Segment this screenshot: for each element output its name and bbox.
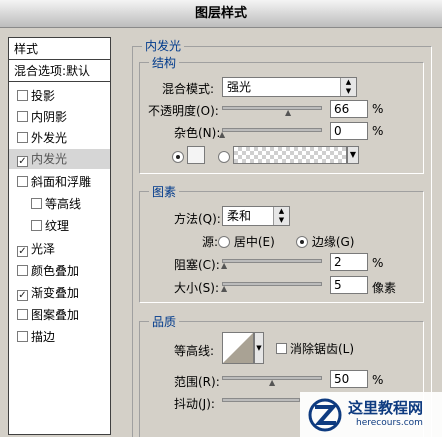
structure-title: 结构 bbox=[149, 54, 180, 71]
size-slider-thumb[interactable]: ▲ bbox=[221, 285, 228, 293]
size-input[interactable]: 5 bbox=[330, 276, 368, 294]
noise-slider-thumb[interactable]: ▲ bbox=[219, 131, 226, 139]
styles-list: 样式 混合选项:默认 投影 内阴影 外发光 ✓ 内发光 斜面和浮雕 等高线 纹理 … bbox=[8, 37, 111, 435]
checkbox[interactable] bbox=[31, 220, 42, 231]
dialog-title: 图层样式 bbox=[0, 0, 442, 28]
checkbox-checked[interactable]: ✓ bbox=[17, 156, 28, 167]
style-item-outer-glow[interactable]: 外发光 bbox=[9, 128, 110, 148]
blend-mode-label: 混合模式: bbox=[162, 82, 215, 96]
spinner-arrows-icon: ▲ ▼ bbox=[340, 78, 356, 96]
gradient-picker[interactable] bbox=[233, 146, 347, 164]
style-item-satin[interactable]: ✓ 光泽 bbox=[9, 239, 110, 259]
blend-options-item[interactable]: 混合选项:默认 bbox=[9, 60, 110, 82]
method-label: 方法(Q): bbox=[174, 212, 221, 226]
watermark: 这里教程网 herecours.com bbox=[300, 392, 442, 437]
checkbox[interactable] bbox=[17, 176, 28, 187]
source-label: 源: bbox=[202, 235, 219, 249]
size-label: 大小(S): bbox=[174, 281, 220, 295]
choke-unit: % bbox=[372, 256, 384, 270]
checkbox-checked[interactable]: ✓ bbox=[17, 290, 28, 301]
size-slider[interactable] bbox=[222, 282, 322, 286]
choke-slider-thumb[interactable]: ▲ bbox=[221, 262, 228, 270]
solid-color-radio[interactable] bbox=[172, 150, 184, 164]
styles-header[interactable]: 样式 bbox=[9, 38, 110, 60]
checkbox-checked[interactable]: ✓ bbox=[17, 246, 28, 257]
style-item-color-overlay[interactable]: 颜色叠加 bbox=[9, 261, 110, 281]
contour-preview[interactable] bbox=[222, 332, 254, 364]
style-item-inner-shadow[interactable]: 内阴影 bbox=[9, 107, 110, 127]
range-input[interactable]: 50 bbox=[330, 370, 368, 388]
source-center-radio[interactable]: 居中(E) bbox=[218, 233, 275, 250]
checkbox[interactable] bbox=[17, 265, 28, 276]
inner-glow-title: 内发光 bbox=[142, 37, 185, 54]
checkbox[interactable] bbox=[17, 90, 28, 101]
style-item-bevel-emboss[interactable]: 斜面和浮雕 bbox=[9, 172, 110, 192]
opacity-slider-thumb[interactable]: ▲ bbox=[285, 109, 292, 117]
style-item-inner-glow[interactable]: ✓ 内发光 bbox=[9, 149, 110, 169]
choke-slider[interactable] bbox=[222, 259, 322, 263]
opacity-slider[interactable] bbox=[222, 106, 322, 110]
style-item-texture[interactable]: 纹理 bbox=[9, 216, 110, 236]
style-item-stroke[interactable]: 描边 bbox=[9, 327, 110, 347]
contour-dropdown-icon[interactable]: ▼ bbox=[254, 332, 264, 364]
checkbox[interactable] bbox=[17, 309, 28, 320]
contour-curve-icon bbox=[223, 333, 253, 363]
jitter-label: 抖动(J): bbox=[174, 397, 215, 411]
style-item-gradient-overlay[interactable]: ✓ 渐变叠加 bbox=[9, 283, 110, 303]
glow-color-swatch[interactable] bbox=[187, 146, 205, 164]
style-item-drop-shadow[interactable]: 投影 bbox=[9, 86, 110, 106]
chevron-down-icon[interactable]: ▼ bbox=[347, 146, 359, 164]
spinner-arrows-icon: ▲ ▼ bbox=[273, 207, 289, 225]
contour-label: 等高线: bbox=[174, 344, 215, 358]
jitter-slider[interactable] bbox=[222, 398, 300, 402]
choke-input[interactable]: 2 bbox=[330, 253, 368, 271]
opacity-unit: % bbox=[372, 102, 384, 116]
noise-unit: % bbox=[372, 124, 384, 138]
antialias-checkbox[interactable]: 消除锯齿(L) bbox=[276, 340, 354, 357]
size-unit: 像素 bbox=[372, 281, 397, 295]
choke-label: 阻塞(C): bbox=[174, 258, 220, 272]
range-slider-thumb[interactable]: ▲ bbox=[269, 379, 276, 387]
opacity-label: 不透明度(O): bbox=[148, 104, 219, 118]
range-unit: % bbox=[372, 373, 384, 387]
watermark-url: herecours.com bbox=[356, 418, 423, 428]
quality-title: 品质 bbox=[149, 313, 180, 330]
watermark-title: 这里教程网 bbox=[348, 399, 424, 417]
noise-label: 杂色(N): bbox=[174, 126, 221, 140]
style-item-contour[interactable]: 等高线 bbox=[9, 194, 110, 214]
checkbox[interactable] bbox=[17, 132, 28, 143]
checkbox[interactable] bbox=[17, 331, 28, 342]
checkbox[interactable] bbox=[31, 198, 42, 209]
gradient-radio[interactable] bbox=[218, 150, 230, 164]
checkbox[interactable] bbox=[17, 111, 28, 122]
watermark-logo-icon bbox=[308, 398, 342, 432]
style-item-pattern-overlay[interactable]: 图案叠加 bbox=[9, 305, 110, 325]
blend-mode-select[interactable]: 强光 ▲ ▼ bbox=[222, 77, 357, 97]
elements-title: 图素 bbox=[149, 183, 180, 200]
range-label: 范围(R): bbox=[174, 375, 220, 389]
source-edge-radio[interactable]: 边缘(G) bbox=[296, 233, 355, 250]
noise-slider[interactable] bbox=[222, 128, 322, 132]
method-select[interactable]: 柔和 ▲ ▼ bbox=[222, 206, 290, 226]
noise-input[interactable]: 0 bbox=[330, 122, 368, 140]
opacity-input[interactable]: 66 bbox=[330, 100, 368, 118]
